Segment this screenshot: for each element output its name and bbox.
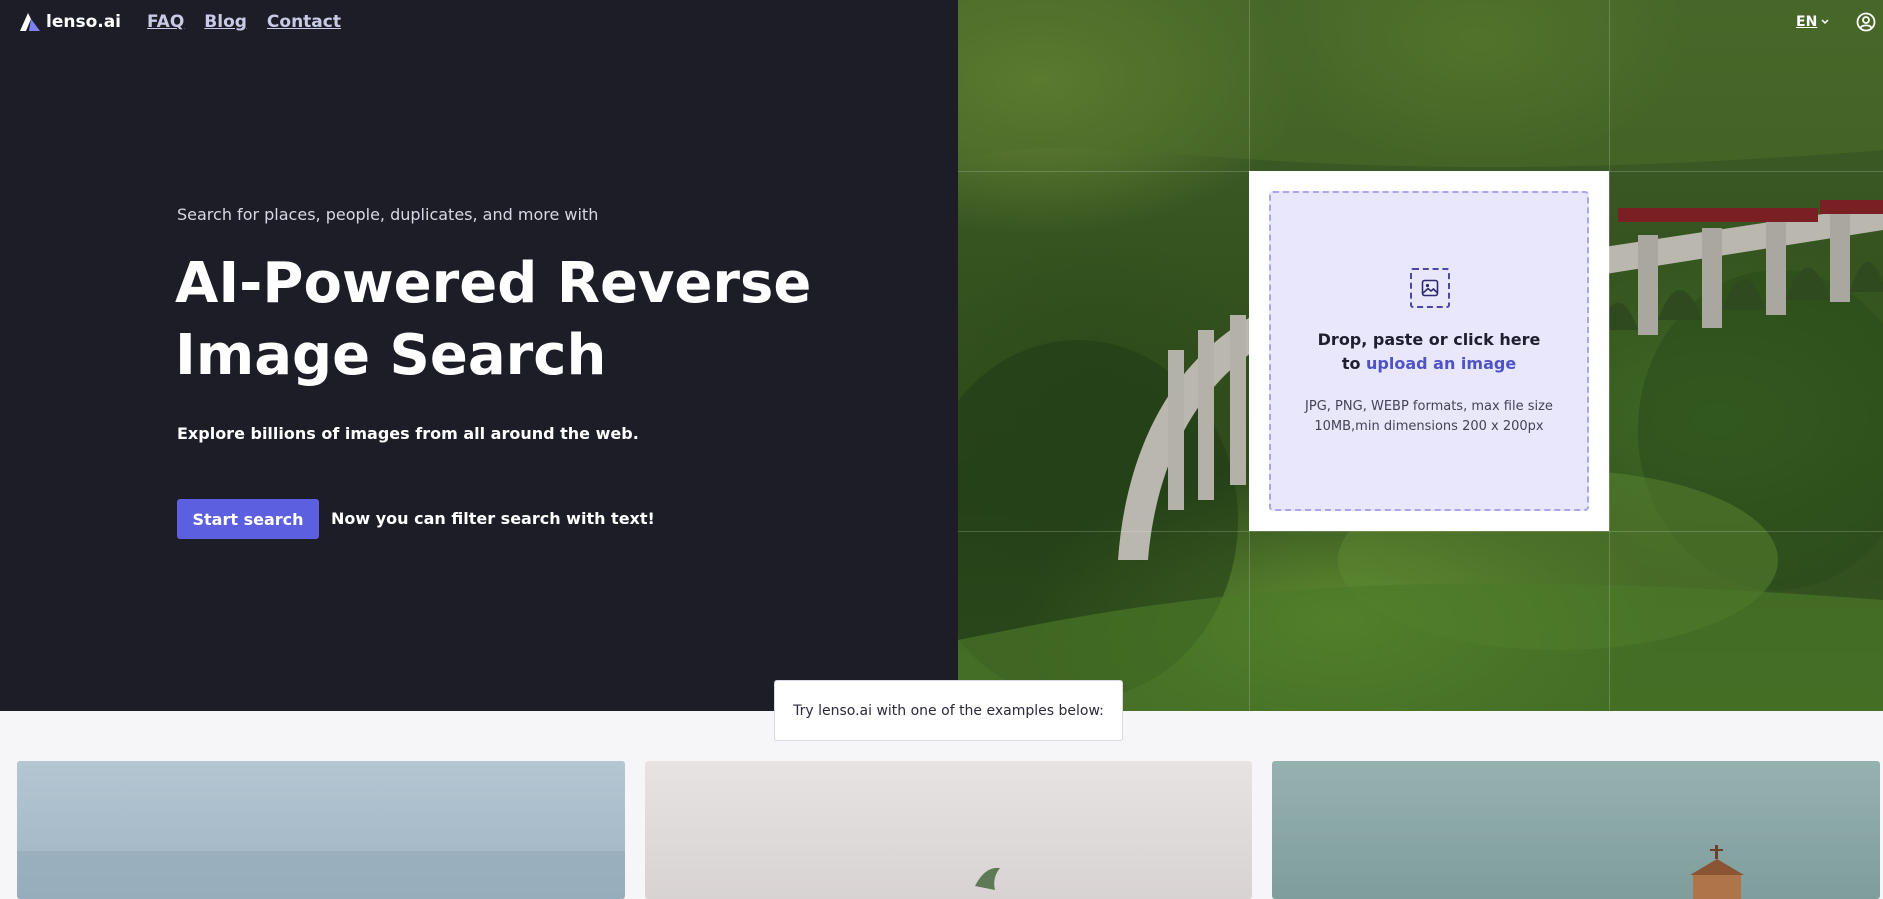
example-image-card[interactable] <box>1272 761 1880 899</box>
example-image-card[interactable] <box>645 761 1252 899</box>
upload-dropzone[interactable]: Drop, paste or click here to upload an i… <box>1269 191 1589 511</box>
start-search-button[interactable]: Start search <box>177 499 319 539</box>
drop-instruction: Drop, paste or click here <box>1317 330 1541 349</box>
drop-instruction-prefix: to <box>1341 354 1367 373</box>
hero-title: AI-Powered Reverse Image Search <box>175 248 875 392</box>
upload-image-link[interactable]: upload an image <box>1366 354 1516 373</box>
example-image <box>975 867 1000 890</box>
format-info-line2: 10MB,min dimensions 200 x 200px <box>1314 419 1544 434</box>
hero-title-line2: Image Search <box>175 323 607 388</box>
format-info-line1: JPG, PNG, WEBP formats, max file size <box>1305 399 1553 414</box>
grid-line <box>1609 0 1610 711</box>
example-image <box>17 851 625 899</box>
grid-line <box>958 531 1883 532</box>
example-image <box>1690 845 1744 899</box>
hero-subtitle: Search for places, people, duplicates, a… <box>177 205 599 224</box>
language-selector[interactable]: EN <box>1796 14 1829 30</box>
example-image-card[interactable] <box>17 761 625 899</box>
brand-logo[interactable]: lenso.ai <box>20 12 121 32</box>
top-navigation-bar: lenso.ai FAQ Blog Contact EN <box>0 0 1883 46</box>
upload-panel: Drop, paste or click here to upload an i… <box>1249 171 1609 531</box>
language-label: EN <box>1796 14 1818 30</box>
nav-link-blog[interactable]: Blog <box>204 12 247 32</box>
image-icon <box>1421 279 1439 297</box>
upload-format-info: JPG, PNG, WEBP formats, max file size 10… <box>1291 397 1567 437</box>
filter-note: Now you can filter search with text! <box>331 509 655 528</box>
main-nav: FAQ Blog Contact <box>147 12 341 32</box>
examples-label: Try lenso.ai with one of the examples be… <box>774 680 1123 741</box>
lenso-logo-icon <box>20 13 40 31</box>
hero-title-line1: AI-Powered Reverse <box>175 251 812 316</box>
nav-link-contact[interactable]: Contact <box>267 12 341 32</box>
drop-instruction-link-line: to upload an image <box>1271 354 1587 373</box>
nav-link-faq[interactable]: FAQ <box>147 12 184 32</box>
chevron-down-icon <box>1821 19 1829 25</box>
brand-name: lenso.ai <box>46 12 122 32</box>
user-account-icon[interactable] <box>1856 12 1876 32</box>
hero-description: Explore billions of images from all arou… <box>177 424 639 443</box>
image-upload-icon <box>1410 268 1450 308</box>
